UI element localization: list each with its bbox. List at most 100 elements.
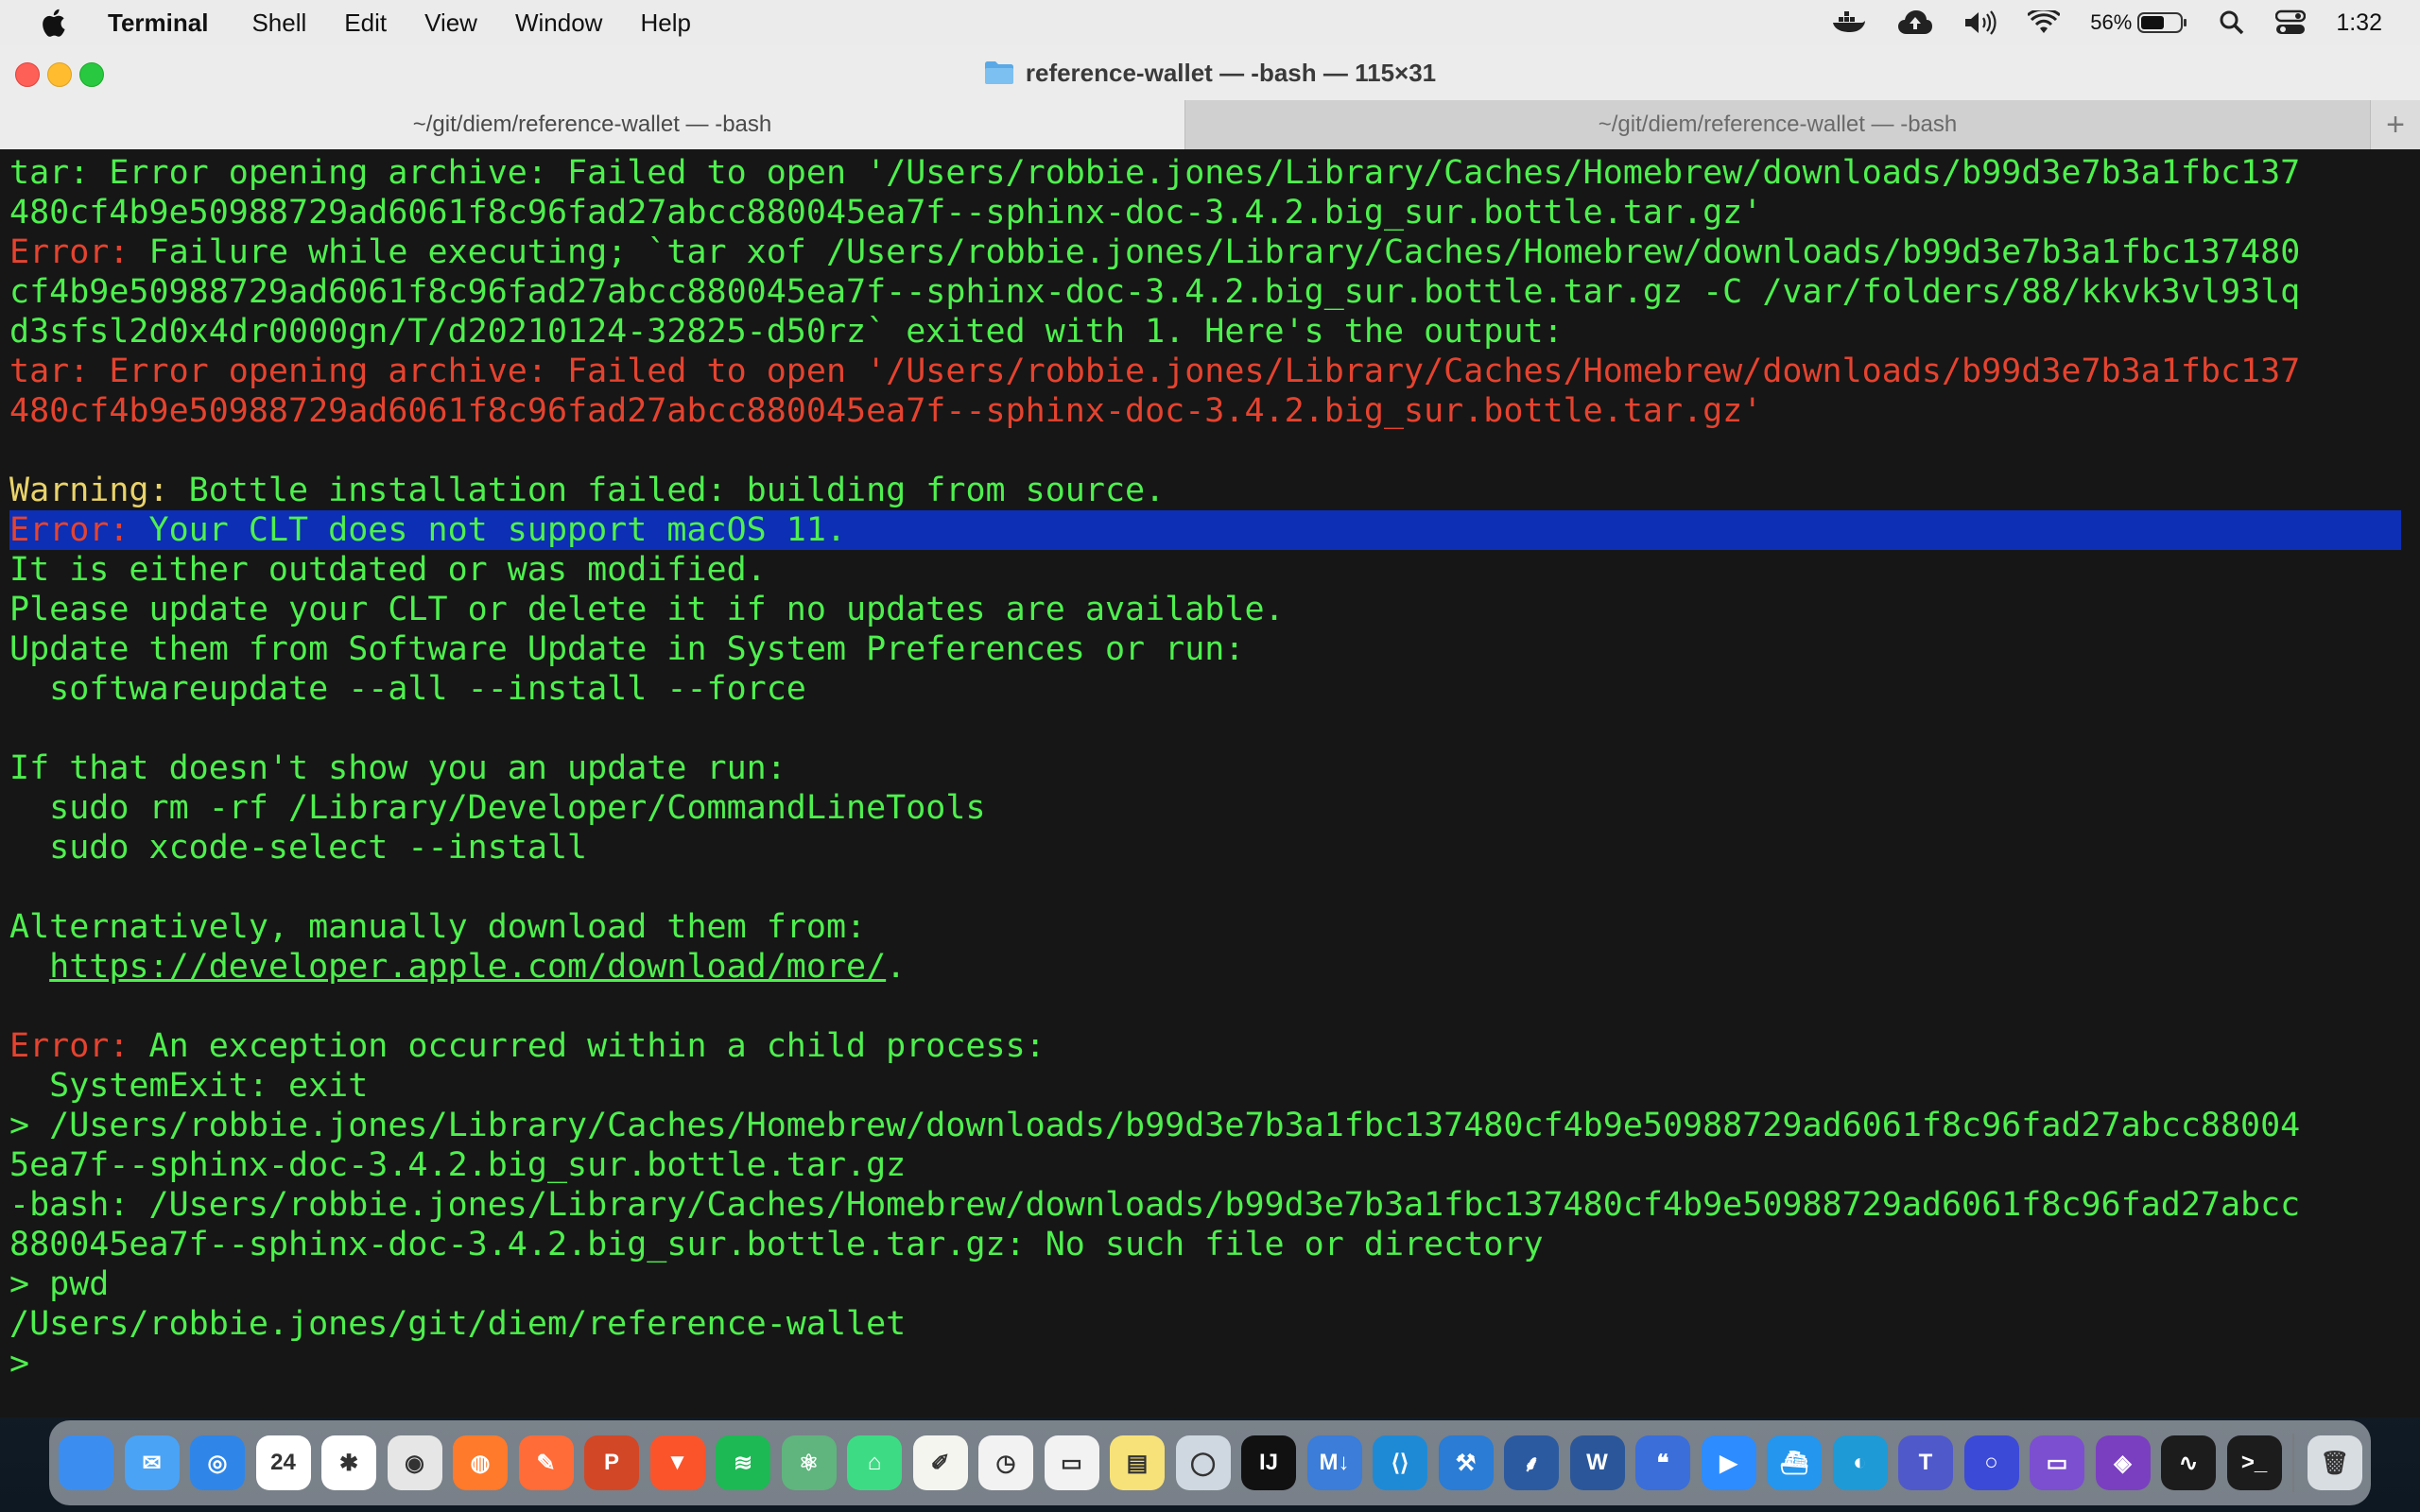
zoom-window-button[interactable]	[79, 62, 104, 87]
dock-visual-studio-icon[interactable]: ◈	[2095, 1435, 2151, 1490]
dock-trash-icon[interactable]: 🗑	[2308, 1435, 2362, 1490]
dock-battery-app-icon[interactable]: ▭	[1044, 1435, 1099, 1490]
dock-markdown-icon[interactable]: M↓	[1306, 1435, 1362, 1490]
dock-slack-icon[interactable]: ✱	[321, 1435, 376, 1490]
dock-sourcetree-icon[interactable]: ⸙	[1504, 1435, 1559, 1490]
apple-menu-icon[interactable]	[42, 7, 70, 39]
dock-clock-icon[interactable]: ◷	[978, 1435, 1033, 1490]
dock-mail-icon[interactable]: ✉	[124, 1435, 180, 1490]
terminal-line: https://developer.apple.com/download/mor…	[9, 947, 906, 987]
docker-status-icon[interactable]	[1831, 10, 1867, 35]
terminal-line: tar: Error opening archive: Failed to op…	[9, 352, 2300, 391]
terminal-line: > /Users/robbie.jones/Library/Caches/Hom…	[9, 1106, 2300, 1145]
dock-finder-icon[interactable]	[59, 1435, 113, 1490]
dock-stickies-icon[interactable]: ▤	[1110, 1435, 1165, 1490]
menu-clock[interactable]: 1:32	[2336, 9, 2382, 37]
terminal-text: Update them from Software Update in Syst…	[9, 630, 1245, 668]
close-window-button[interactable]	[15, 62, 40, 87]
dock-android-studio-icon[interactable]: ⌂	[847, 1435, 902, 1490]
terminal-line: /Users/robbie.jones/git/diem/reference-w…	[9, 1304, 906, 1344]
menu-shell[interactable]: Shell	[251, 9, 306, 38]
dock-activity-monitor-icon[interactable]: ∿	[2161, 1435, 2216, 1490]
tab-bash-2[interactable]: ~/git/diem/reference-wallet — -bash	[1185, 100, 2371, 149]
dock-calendar-icon[interactable]: 24	[255, 1435, 311, 1490]
menu-edit[interactable]: Edit	[344, 9, 387, 38]
dock-postman-icon[interactable]: ✎	[518, 1435, 574, 1490]
terminal-link[interactable]: https://developer.apple.com/download/mor…	[49, 948, 886, 986]
dock-spotify-icon[interactable]: ≋	[716, 1435, 770, 1490]
dock-archive-icon[interactable]: ▭	[2030, 1435, 2084, 1490]
dock-notes-icon[interactable]: ✐	[912, 1435, 968, 1490]
dock-brave-icon[interactable]: ▼	[649, 1435, 705, 1490]
dock-edge-icon[interactable]: ◐	[1832, 1435, 1888, 1490]
terminal-text: An exception occurred within a child pro…	[129, 1027, 1046, 1065]
volume-icon[interactable]	[1963, 9, 1997, 36]
terminal-text: -bash: /Users/robbie.jones/Library/Cache…	[9, 1186, 2301, 1224]
terminal-text: sudo rm -rf /Library/Developer/CommandLi…	[9, 789, 986, 827]
dock-powerpoint-icon[interactable]: P	[584, 1435, 639, 1490]
terminal-text: >	[9, 1345, 50, 1383]
control-center-icon[interactable]	[2275, 9, 2307, 36]
terminal-text: Bottle installation failed: building fro…	[168, 472, 1166, 509]
cloud-upload-icon[interactable]	[1897, 9, 1933, 36]
dock-atom-icon[interactable]: ⚛	[781, 1435, 837, 1490]
wifi-icon[interactable]	[2028, 10, 2061, 35]
window-titlebar[interactable]: reference-wallet — -bash — 115×31	[0, 45, 2420, 101]
dock-teams-icon[interactable]: T	[1898, 1435, 1953, 1490]
dock-docker-icon[interactable]: ⛴	[1767, 1435, 1822, 1490]
dock-safari-icon[interactable]: ◎	[190, 1435, 245, 1490]
terminal-output[interactable]: tar: Error opening archive: Failed to op…	[0, 149, 2420, 1418]
terminal-line: Error: Failure while executing; `tar xof…	[9, 232, 2300, 272]
terminal-line: Error: An exception occurred within a ch…	[9, 1026, 1046, 1066]
window-title: reference-wallet — -bash — 115×31	[1025, 58, 1437, 87]
minimize-window-button[interactable]	[47, 62, 72, 87]
terminal-text: If that doesn't show you an update run:	[9, 749, 786, 787]
dock-onelogin-icon[interactable]: ○	[1963, 1435, 2019, 1490]
dock-terminal-icon[interactable]: >_	[2226, 1435, 2282, 1490]
new-tab-button[interactable]: +	[2371, 100, 2420, 149]
terminal-line: tar: Error opening archive: Failed to op…	[9, 153, 2300, 193]
terminal-line: > pwd	[9, 1264, 109, 1304]
terminal-line: cf4b9e50988729ad6061f8c96fad27abcc880045…	[9, 272, 2300, 312]
terminal-text: /Users/robbie.jones/git/diem/reference-w…	[9, 1305, 907, 1343]
terminal-line: Update them from Software Update in Syst…	[9, 629, 1244, 669]
terminal-text: 5ea7f--sphinx-doc-3.4.2.big_sur.bottle.t…	[9, 1146, 907, 1184]
terminal-text: Error:	[9, 1027, 130, 1065]
dock-feedback-icon[interactable]: ❝	[1635, 1435, 1690, 1490]
menu-view[interactable]: View	[424, 9, 477, 38]
terminal-text: tar: Error opening archive: Failed to op…	[9, 352, 2301, 390]
dock-word-icon[interactable]: W	[1569, 1435, 1625, 1490]
dock-firefox-icon[interactable]: ◍	[453, 1435, 508, 1490]
terminal-text: Error:	[9, 511, 130, 549]
menu-help[interactable]: Help	[640, 9, 690, 38]
dock-zoom-icon[interactable]: ▶	[1701, 1435, 1756, 1490]
terminal-text: d3sfsl2d0x4dr0000gn/T/d20210124-32825-d5…	[9, 313, 1564, 351]
menu-bar: Terminal Shell Edit View Window Help 56%…	[0, 0, 2420, 45]
terminal-line: 5ea7f--sphinx-doc-3.4.2.big_sur.bottle.t…	[9, 1145, 906, 1185]
tab-label: ~/git/diem/reference-wallet — -bash	[1598, 112, 1958, 137]
menu-window[interactable]: Window	[515, 9, 602, 38]
terminal-text: It is either outdated or was modified.	[9, 551, 767, 589]
spotlight-search-icon[interactable]	[2219, 9, 2245, 36]
dock-intellij-icon[interactable]: IJ	[1241, 1435, 1296, 1490]
battery-icon	[2137, 12, 2187, 33]
battery-status[interactable]: 56%	[2090, 10, 2188, 35]
dock-quicktime-icon[interactable]: ◯	[1175, 1435, 1231, 1490]
terminal-line: 480cf4b9e50988729ad6061f8c96fad27abcc880…	[9, 193, 1762, 232]
terminal-line: It is either outdated or was modified.	[9, 550, 767, 590]
dock-chrome-icon[interactable]: ◉	[387, 1435, 442, 1490]
tab-bash-1[interactable]: ~/git/diem/reference-wallet — -bash	[0, 100, 1185, 149]
dock-xcode-icon[interactable]: ⚒	[1438, 1435, 1494, 1490]
terminal-line: -bash: /Users/robbie.jones/Library/Cache…	[9, 1185, 2300, 1225]
terminal-text: 480cf4b9e50988729ad6061f8c96fad27abcc880…	[9, 392, 1763, 430]
dock-vscode-icon[interactable]: ⟨⟩	[1373, 1435, 1427, 1490]
terminal-text: 480cf4b9e50988729ad6061f8c96fad27abcc880…	[9, 194, 1763, 232]
folder-icon	[984, 60, 1014, 85]
menu-app-name[interactable]: Terminal	[108, 9, 208, 38]
terminal-line: 880045ea7f--sphinx-doc-3.4.2.big_sur.bot…	[9, 1225, 1544, 1264]
battery-percentage: 56%	[2090, 10, 2133, 34]
terminal-line: >	[9, 1344, 49, 1383]
terminal-text: > pwd	[9, 1265, 110, 1303]
terminal-text: Your CLT does not support macOS 11.	[129, 511, 847, 549]
